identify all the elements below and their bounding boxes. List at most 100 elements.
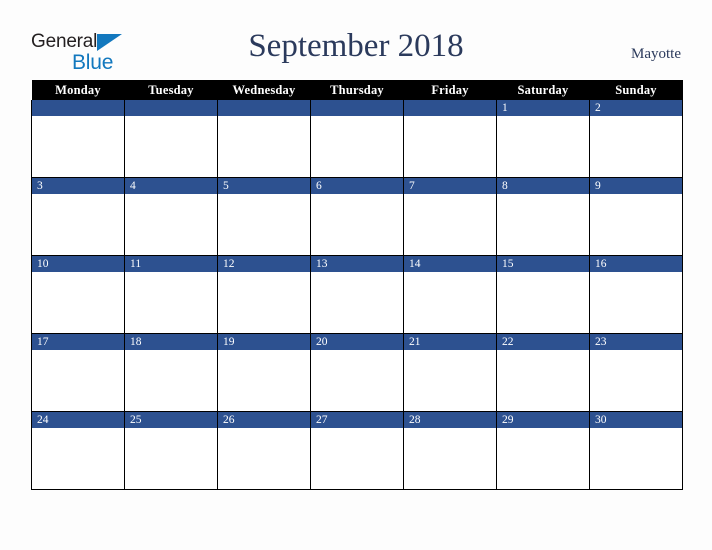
calendar-day-cell[interactable]: 26 xyxy=(217,411,311,490)
day-events-area[interactable] xyxy=(497,194,589,254)
calendar-day-cell[interactable] xyxy=(217,100,311,178)
day-events-area[interactable] xyxy=(218,350,310,410)
calendar-day-cell[interactable]: 18 xyxy=(124,333,218,412)
calendar-day-cell[interactable]: 21 xyxy=(403,333,497,412)
weekday-header-wednesday: Wednesday xyxy=(217,80,311,100)
day-number: 17 xyxy=(32,334,124,350)
day-number: 10 xyxy=(32,256,124,272)
day-number: 7 xyxy=(404,178,496,194)
calendar-day-cell[interactable]: 15 xyxy=(496,255,590,334)
day-events-area[interactable] xyxy=(32,428,124,488)
day-events-area[interactable] xyxy=(497,428,589,488)
calendar-day-cell[interactable]: 13 xyxy=(310,255,404,334)
calendar-day-cell[interactable]: 4 xyxy=(124,177,218,256)
day-events-area[interactable] xyxy=(311,428,403,488)
day-events-area[interactable] xyxy=(311,194,403,254)
day-number: 2 xyxy=(590,100,682,116)
day-number: 19 xyxy=(218,334,310,350)
day-events-area[interactable] xyxy=(311,272,403,332)
weekday-header-saturday: Saturday xyxy=(496,80,590,100)
day-number xyxy=(218,100,310,116)
day-number: 26 xyxy=(218,412,310,428)
day-events-area[interactable] xyxy=(497,350,589,410)
calendar-day-cell[interactable]: 19 xyxy=(217,333,311,412)
calendar-day-cell[interactable] xyxy=(310,100,404,178)
day-events-area[interactable] xyxy=(590,272,682,332)
day-number: 8 xyxy=(497,178,589,194)
calendar-day-cell[interactable]: 23 xyxy=(589,333,683,412)
calendar-day-cell[interactable]: 14 xyxy=(403,255,497,334)
day-events-area[interactable] xyxy=(125,194,217,254)
calendar-day-cell[interactable]: 6 xyxy=(310,177,404,256)
day-number: 15 xyxy=(497,256,589,272)
calendar-day-cell[interactable]: 29 xyxy=(496,411,590,490)
day-events-area[interactable] xyxy=(311,116,403,176)
calendar-day-cell[interactable]: 11 xyxy=(124,255,218,334)
calendar-day-cell[interactable]: 25 xyxy=(124,411,218,490)
day-number: 23 xyxy=(590,334,682,350)
day-events-area[interactable] xyxy=(125,272,217,332)
day-number: 25 xyxy=(125,412,217,428)
day-number: 24 xyxy=(32,412,124,428)
day-events-area[interactable] xyxy=(404,350,496,410)
calendar-grid: Monday Tuesday Wednesday Thursday Friday… xyxy=(31,80,683,490)
day-number: 13 xyxy=(311,256,403,272)
calendar-day-cell[interactable]: 7 xyxy=(403,177,497,256)
day-number: 5 xyxy=(218,178,310,194)
day-events-area[interactable] xyxy=(497,116,589,176)
calendar-day-cell[interactable]: 20 xyxy=(310,333,404,412)
day-events-area[interactable] xyxy=(590,194,682,254)
calendar-week-row: 3 4 5 6 7 8 9 xyxy=(31,177,683,256)
day-events-area[interactable] xyxy=(218,194,310,254)
calendar-day-cell[interactable]: 10 xyxy=(31,255,125,334)
day-number: 16 xyxy=(590,256,682,272)
day-events-area[interactable] xyxy=(404,116,496,176)
calendar-week-row: 24 25 26 27 28 29 30 xyxy=(31,411,683,490)
day-events-area[interactable] xyxy=(404,272,496,332)
day-number: 20 xyxy=(311,334,403,350)
day-events-area[interactable] xyxy=(218,428,310,488)
calendar-day-cell[interactable]: 12 xyxy=(217,255,311,334)
calendar-day-cell[interactable]: 30 xyxy=(589,411,683,490)
calendar-week-row: 1 2 xyxy=(31,100,683,178)
day-events-area[interactable] xyxy=(125,116,217,176)
calendar-day-cell[interactable]: 28 xyxy=(403,411,497,490)
day-events-area[interactable] xyxy=(218,272,310,332)
day-number: 18 xyxy=(125,334,217,350)
calendar-day-cell[interactable]: 3 xyxy=(31,177,125,256)
day-events-area[interactable] xyxy=(404,194,496,254)
calendar-day-cell[interactable]: 1 xyxy=(496,100,590,178)
calendar-day-cell[interactable]: 5 xyxy=(217,177,311,256)
day-events-area[interactable] xyxy=(590,350,682,410)
day-events-area[interactable] xyxy=(311,350,403,410)
day-events-area[interactable] xyxy=(32,194,124,254)
day-events-area[interactable] xyxy=(218,116,310,176)
calendar-day-cell[interactable]: 16 xyxy=(589,255,683,334)
calendar-day-cell[interactable] xyxy=(403,100,497,178)
calendar-day-cell[interactable]: 8 xyxy=(496,177,590,256)
calendar-day-cell[interactable]: 24 xyxy=(31,411,125,490)
calendar-week-row: 17 18 19 20 21 22 23 xyxy=(31,333,683,412)
day-events-area[interactable] xyxy=(125,428,217,488)
calendar-day-cell[interactable]: 17 xyxy=(31,333,125,412)
day-events-area[interactable] xyxy=(32,272,124,332)
calendar-day-cell[interactable]: 2 xyxy=(589,100,683,178)
calendar-day-cell[interactable] xyxy=(31,100,125,178)
calendar-day-cell[interactable]: 9 xyxy=(589,177,683,256)
day-events-area[interactable] xyxy=(404,428,496,488)
calendar-day-cell[interactable]: 27 xyxy=(310,411,404,490)
day-events-area[interactable] xyxy=(32,116,124,176)
day-events-area[interactable] xyxy=(590,428,682,488)
day-number xyxy=(32,100,124,116)
day-events-area[interactable] xyxy=(590,116,682,176)
day-number: 3 xyxy=(32,178,124,194)
day-events-area[interactable] xyxy=(32,350,124,410)
day-events-area[interactable] xyxy=(497,272,589,332)
calendar-day-cell[interactable]: 22 xyxy=(496,333,590,412)
calendar-day-cell[interactable] xyxy=(124,100,218,178)
day-number: 27 xyxy=(311,412,403,428)
day-events-area[interactable] xyxy=(125,350,217,410)
weekday-header-monday: Monday xyxy=(31,80,125,100)
weekday-header-thursday: Thursday xyxy=(310,80,404,100)
location-label: Mayotte xyxy=(631,46,681,62)
